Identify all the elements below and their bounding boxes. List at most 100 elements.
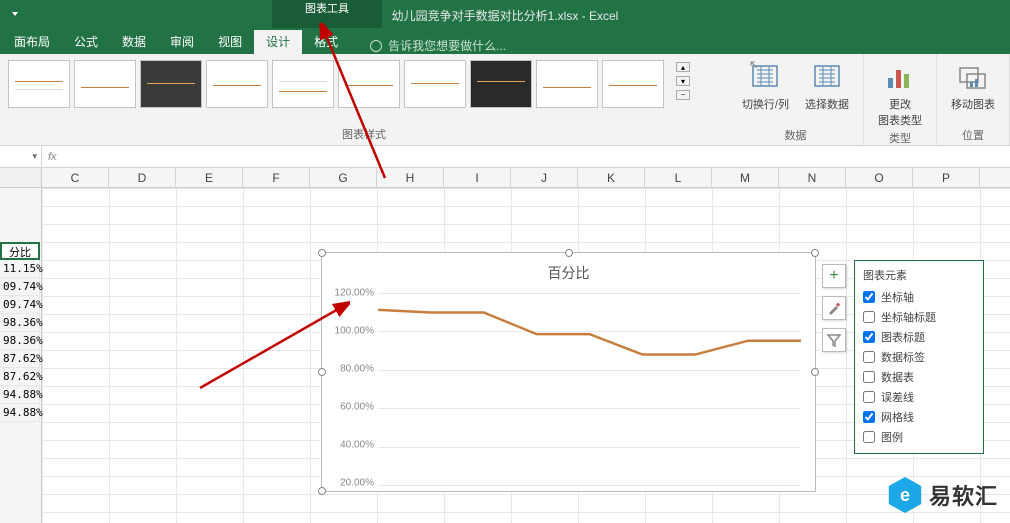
chart-style-4[interactable] xyxy=(206,60,268,108)
chart-elements-button[interactable]: + xyxy=(822,264,846,288)
data-cell[interactable]: 98.36% xyxy=(0,314,40,332)
switch-row-col-button[interactable]: 切换行/列 xyxy=(738,58,793,114)
chart-style-7[interactable] xyxy=(404,60,466,108)
chart-style-2[interactable] xyxy=(74,60,136,108)
column-header-F[interactable]: F xyxy=(243,168,310,187)
ribbon: ▴ ▾ ⎯ 图表样式 切换行/列 选择数据 数据 更改 图表类型 类型 xyxy=(0,54,1010,146)
location-group-label: 位置 xyxy=(962,127,984,143)
worksheet-grid[interactable]: CDEFGHIJKLMNOP 分比 11.15%09.74%09.74%98.3… xyxy=(0,168,1010,523)
chart-element-option[interactable]: 坐标轴标题 xyxy=(855,307,983,327)
chart-element-option-label: 数据表 xyxy=(881,369,914,385)
move-chart-button[interactable]: 移动图表 xyxy=(947,58,999,114)
chart-title[interactable]: 百分比 xyxy=(322,253,815,289)
watermark-text: 易软汇 xyxy=(929,479,998,511)
data-cell[interactable]: 09.74% xyxy=(0,296,40,314)
y-tick: 60.00% xyxy=(340,402,374,413)
select-all-corner[interactable] xyxy=(0,168,42,187)
column-header-N[interactable]: N xyxy=(779,168,846,187)
chart-styles-more[interactable]: ▴ ▾ ⎯ xyxy=(672,54,694,114)
column-header-H[interactable]: H xyxy=(377,168,444,187)
chart-style-8[interactable] xyxy=(470,60,532,108)
checkbox[interactable] xyxy=(863,331,875,343)
chart-style-5[interactable] xyxy=(272,60,334,108)
column-header-cell[interactable]: 分比 xyxy=(0,242,40,260)
chart-element-option[interactable]: 图表标题 xyxy=(855,327,983,347)
chart-element-option[interactable]: 图例 xyxy=(855,427,983,447)
column-header-E[interactable]: E xyxy=(176,168,243,187)
y-tick: 80.00% xyxy=(340,364,374,375)
column-header-M[interactable]: M xyxy=(712,168,779,187)
column-header-G[interactable]: G xyxy=(310,168,377,187)
resize-handle-ne[interactable] xyxy=(811,249,819,257)
qat-dropdown[interactable] xyxy=(0,0,30,28)
chart-y-axis[interactable]: 120.00%100.00%80.00%60.00%40.00%20.00% xyxy=(322,293,378,483)
column-header-I[interactable]: I xyxy=(444,168,511,187)
checkbox[interactable] xyxy=(863,411,875,423)
tab-formula[interactable]: 公式 xyxy=(62,29,110,54)
chart-elements-popup-title: 图表元素 xyxy=(855,265,983,287)
column-header-O[interactable]: O xyxy=(846,168,913,187)
plus-icon: + xyxy=(829,267,838,285)
column-header-C[interactable]: C xyxy=(42,168,109,187)
column-header-P[interactable]: P xyxy=(913,168,980,187)
watermark: e 易软汇 xyxy=(887,477,998,513)
name-box[interactable]: ▾ xyxy=(0,146,42,167)
y-tick: 20.00% xyxy=(340,478,374,489)
chart-object[interactable]: 百分比 120.00%100.00%80.00%60.00%40.00%20.0… xyxy=(321,252,816,492)
checkbox[interactable] xyxy=(863,371,875,383)
resize-handle-nw[interactable] xyxy=(318,249,326,257)
checkbox[interactable] xyxy=(863,391,875,403)
tab-format[interactable]: 格式 xyxy=(302,29,350,54)
chart-style-6[interactable] xyxy=(338,60,400,108)
column-header-L[interactable]: L xyxy=(645,168,712,187)
chart-style-3[interactable] xyxy=(140,60,202,108)
tab-review[interactable]: 审阅 xyxy=(158,29,206,54)
resize-handle-e[interactable] xyxy=(811,368,819,376)
checkbox[interactable] xyxy=(863,311,875,323)
chart-element-option[interactable]: 误差线 xyxy=(855,387,983,407)
data-cell[interactable]: 98.36% xyxy=(0,332,40,350)
data-group-label: 数据 xyxy=(784,127,806,143)
chart-series-line[interactable] xyxy=(378,293,801,483)
column-header-K[interactable]: K xyxy=(578,168,645,187)
chart-element-option-label: 误差线 xyxy=(881,389,914,405)
data-cell[interactable]: 87.62% xyxy=(0,368,40,386)
column-header-D[interactable]: D xyxy=(109,168,176,187)
change-chart-type-icon xyxy=(884,60,916,92)
checkbox[interactable] xyxy=(863,431,875,443)
column-headers: CDEFGHIJKLMNOP xyxy=(0,168,1010,188)
data-cell[interactable]: 87.62% xyxy=(0,350,40,368)
resize-handle-n[interactable] xyxy=(565,249,573,257)
column-header-J[interactable]: J xyxy=(511,168,578,187)
tab-pagelayout[interactable]: 面布局 xyxy=(2,29,62,54)
tab-data[interactable]: 数据 xyxy=(110,29,158,54)
data-cell[interactable]: 09.74% xyxy=(0,278,40,296)
chart-style-1[interactable] xyxy=(8,60,70,108)
chart-element-option[interactable]: 网格线 xyxy=(855,407,983,427)
tab-design[interactable]: 设计 xyxy=(254,29,302,54)
data-cell[interactable]: 11.15% xyxy=(0,260,40,278)
y-tick: 40.00% xyxy=(340,440,374,451)
data-cell[interactable]: 94.88% xyxy=(0,386,40,404)
chart-style-10[interactable] xyxy=(602,60,664,108)
resize-handle-sw[interactable] xyxy=(318,487,326,495)
y-tick: 120.00% xyxy=(335,288,374,299)
chart-element-option[interactable]: 坐标轴 xyxy=(855,287,983,307)
data-cell[interactable]: 94.88% xyxy=(0,404,40,422)
chart-styles-button[interactable] xyxy=(822,296,846,320)
chart-element-option[interactable]: 数据表 xyxy=(855,367,983,387)
change-chart-type-button[interactable]: 更改 图表类型 xyxy=(874,58,926,130)
checkbox[interactable] xyxy=(863,291,875,303)
select-data-button[interactable]: 选择数据 xyxy=(801,58,853,114)
tell-me-search[interactable]: 告诉我您想要做什么... xyxy=(370,37,506,54)
tab-view[interactable]: 视图 xyxy=(206,29,254,54)
chart-gridline xyxy=(378,485,801,486)
chart-element-option[interactable]: 数据标签 xyxy=(855,347,983,367)
fx-icon[interactable]: fx xyxy=(42,151,63,163)
brush-icon xyxy=(826,300,842,316)
chart-filters-button[interactable] xyxy=(822,328,846,352)
chart-style-9[interactable] xyxy=(536,60,598,108)
checkbox[interactable] xyxy=(863,351,875,363)
move-chart-icon xyxy=(957,60,989,92)
document-title: 幼儿园竞争对手数据对比分析1.xlsx - Excel xyxy=(392,7,619,24)
